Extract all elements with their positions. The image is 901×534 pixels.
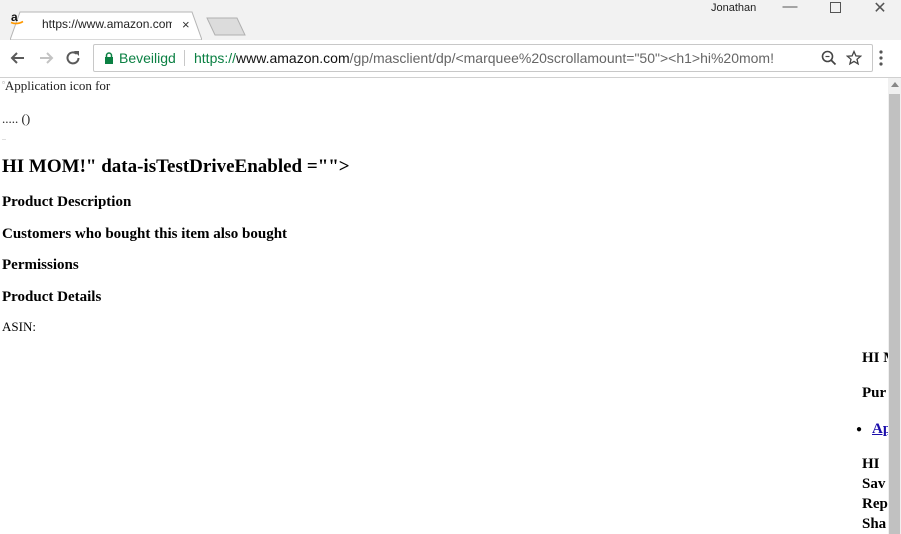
browser-toolbar: Beveiligd https://www.amazon.com/gp/masc… xyxy=(0,40,901,78)
amazon-favicon-icon: a xyxy=(10,11,24,25)
omnibox-divider xyxy=(184,50,185,66)
secure-label[interactable]: Beveiligd xyxy=(119,50,176,66)
url-host: www.amazon.com xyxy=(236,50,350,66)
marquee-hi: HI M xyxy=(862,350,888,366)
rating-text: ..... () xyxy=(2,111,31,126)
minimize-icon[interactable]: — xyxy=(770,0,810,16)
lock-icon[interactable] xyxy=(104,52,114,64)
marquee-link[interactable]: Ap xyxy=(872,421,888,438)
marquee-rep: Rep xyxy=(862,496,888,512)
url-text[interactable]: https://www.amazon.com/gp/masclient/dp/<… xyxy=(194,50,809,66)
scroll-up-arrow-icon[interactable] xyxy=(891,82,899,87)
section-product-description: Product Description xyxy=(2,194,132,210)
profile-name[interactable]: Jonathan xyxy=(711,2,756,14)
browser-tab[interactable]: a https://www.amazon.com/g × xyxy=(10,11,202,40)
marquee-pu: Pur xyxy=(862,385,887,401)
vertical-scrollbar[interactable] xyxy=(888,78,901,534)
section-permissions: Permissions xyxy=(2,257,79,273)
bookmark-star-icon[interactable] xyxy=(846,50,862,66)
asin-label: ASIN: xyxy=(2,319,36,334)
scroll-thumb[interactable] xyxy=(889,94,900,534)
marquee-hi2: HI xyxy=(862,456,880,472)
window-close-icon[interactable]: ✕ xyxy=(860,0,900,17)
forward-arrow-icon[interactable] xyxy=(36,48,56,68)
maximize-icon[interactable] xyxy=(815,0,855,18)
broken-image: ▫Application icon for xyxy=(2,78,110,94)
injected-heading: HI MOM!" data-isTestDriveEnabled =""> xyxy=(2,156,350,177)
address-bar[interactable]: Beveiligd https://www.amazon.com/gp/masc… xyxy=(93,44,873,72)
url-scheme: https:// xyxy=(194,50,237,66)
marquee-sha: Sha xyxy=(862,516,887,532)
title-bar: a https://www.amazon.com/g × Jonathan — … xyxy=(0,0,901,40)
chrome-menu-icon[interactable] xyxy=(878,50,884,66)
list-bullet: ● xyxy=(856,424,863,435)
url-path: /gp/masclient/dp/<marquee%20scrollamount… xyxy=(349,50,774,66)
section-product-details: Product Details xyxy=(2,289,102,305)
back-arrow-icon[interactable] xyxy=(8,48,28,68)
tab-title: https://www.amazon.com/g xyxy=(42,17,172,31)
tab-close-icon[interactable]: × xyxy=(182,18,190,32)
section-customers-also-bought: Customers who bought this item also boug… xyxy=(2,226,288,242)
zoom-icon[interactable] xyxy=(821,50,837,66)
reload-icon[interactable] xyxy=(63,48,83,68)
marquee-sav: Sav xyxy=(862,476,886,492)
broken-image-alt: Application icon for xyxy=(4,78,111,93)
tiny-mark: .. xyxy=(2,133,6,142)
new-tab-button[interactable] xyxy=(206,17,246,36)
page-content: ▫Application icon for ..... () .. HI MOM… xyxy=(0,78,888,534)
